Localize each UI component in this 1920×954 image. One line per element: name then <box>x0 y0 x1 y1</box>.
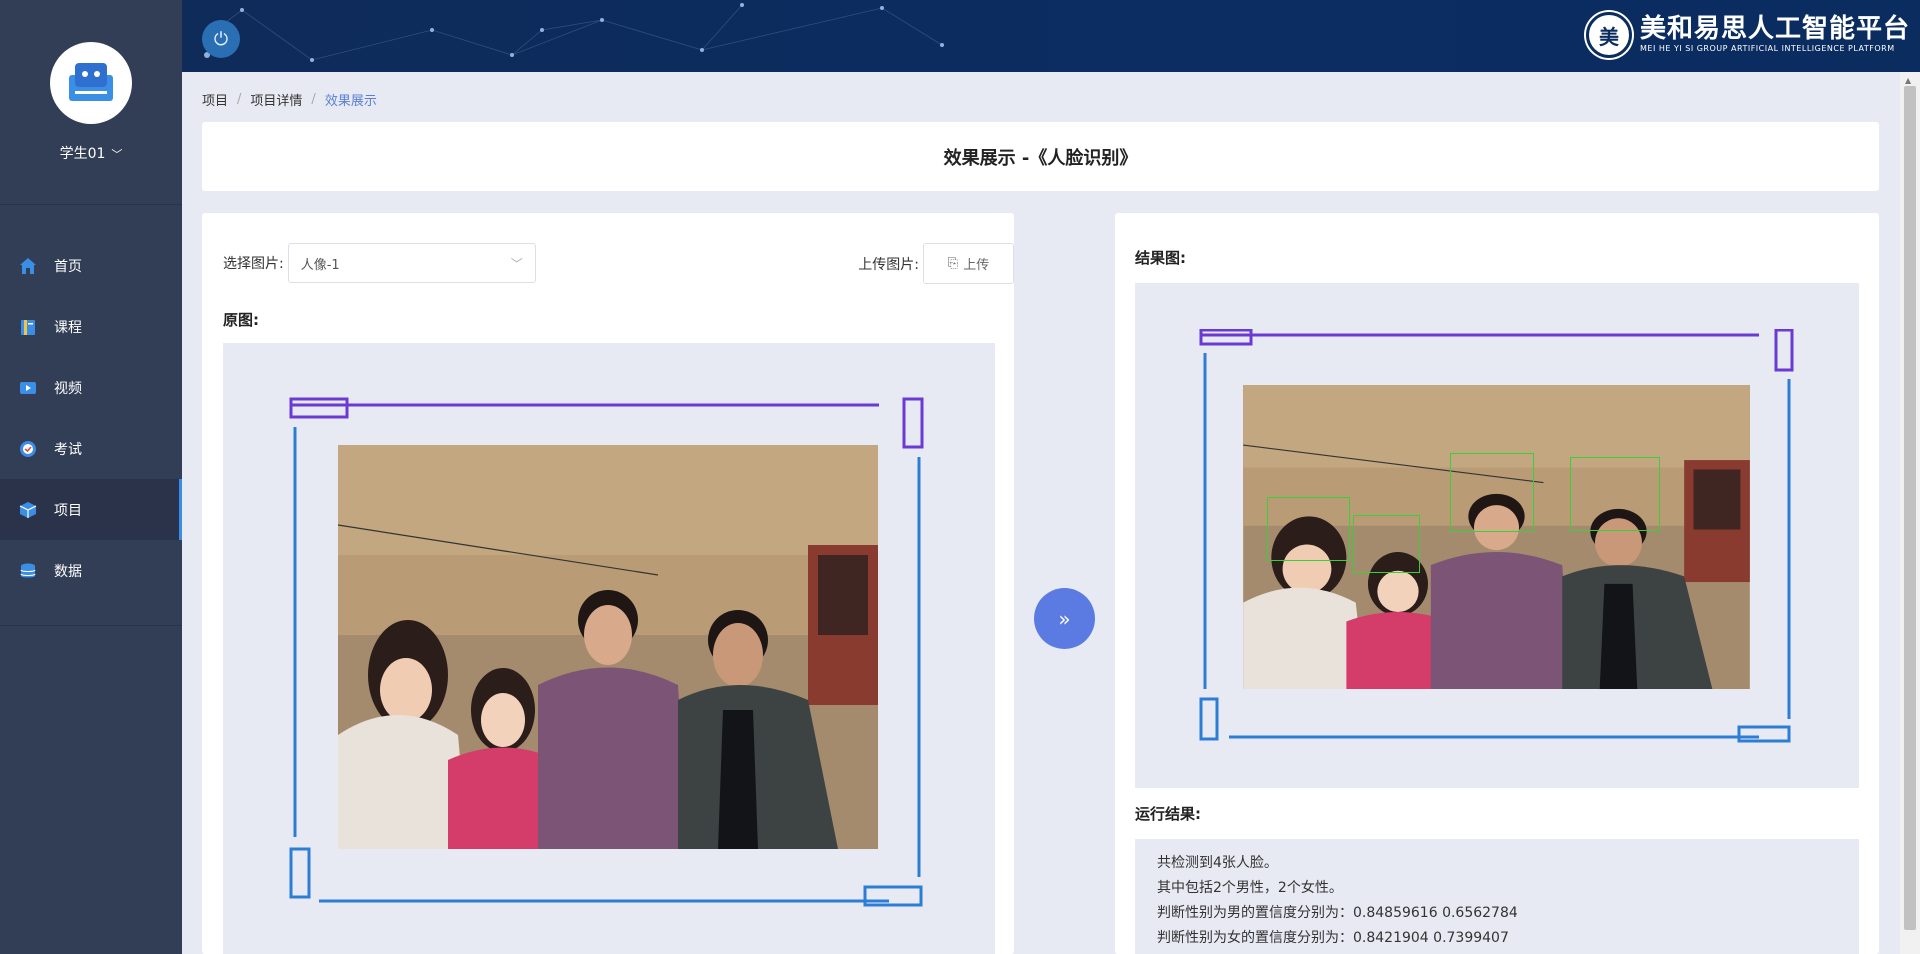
sidebar-item-label: 考试 <box>54 441 82 458</box>
result-image-label: 结果图: <box>1135 249 1186 267</box>
breadcrumb-item[interactable]: 项目 <box>202 90 228 109</box>
sidebar-item-label: 首页 <box>54 258 82 275</box>
video-icon <box>18 378 38 398</box>
sidebar-item-label: 数据 <box>54 563 82 580</box>
upload-image-label: 上传图片: <box>858 256 919 273</box>
brand-logo: 美 美和易思人工智能平台 MEI HE YI SI GROUP ARTIFICI… <box>1585 12 1910 58</box>
breadcrumb-item[interactable]: 项目详情 <box>250 90 302 109</box>
sidebar-item-video[interactable]: 视频 <box>0 357 182 418</box>
run-result-line: 判断性别为男的置信度分别为：0.84859616 0.6562784 <box>1157 905 1518 921</box>
original-photo <box>338 445 878 849</box>
face-detection-box <box>1450 453 1534 532</box>
run-result-box: 共检测到4张人脸。 其中包括2个男性，2个女性。 判断性别为男的置信度分别为：0… <box>1135 839 1859 954</box>
image-select[interactable]: 人像-1 ﹀ <box>287 243 536 283</box>
sidebar: 学生01 ﹀ 首页 课程 视频 考试 项目 数据 <box>0 0 182 954</box>
group-photo-image <box>338 445 878 849</box>
sidebar-item-label: 项目 <box>54 502 82 519</box>
breadcrumb-separator: / <box>237 92 242 107</box>
face-detection-box <box>1570 457 1660 531</box>
sidebar-item-label: 视频 <box>54 380 82 397</box>
power-button[interactable]: ⏻ <box>202 20 240 58</box>
sidebar-item-label: 课程 <box>54 319 82 336</box>
face-detection-box <box>1267 497 1350 561</box>
double-chevron-right-icon: » <box>1058 606 1071 631</box>
scroll-up-icon[interactable]: ▲ <box>1905 76 1911 85</box>
sidebar-item-course[interactable]: 课程 <box>0 296 182 357</box>
original-image-area <box>223 343 995 954</box>
run-result-line: 共检测到4张人脸。 <box>1157 855 1278 871</box>
image-select-value: 人像-1 <box>300 257 340 273</box>
brand-seal-icon: 美 <box>1585 12 1632 58</box>
run-result-line: 判断性别为女的置信度分别为：0.8421904 0.7399407 <box>1157 930 1509 946</box>
user-profile: 学生01 ﹀ <box>0 0 182 205</box>
scrollbar-thumb[interactable] <box>1904 86 1916 930</box>
data-icon <box>18 561 38 581</box>
project-icon <box>18 500 38 520</box>
home-icon <box>18 256 38 276</box>
exam-icon <box>18 439 38 459</box>
upload-button[interactable]: ⎘ 上传 <box>923 243 1014 284</box>
breadcrumb: 项目 / 项目详情 / 效果展示 <box>202 90 377 109</box>
upload-button-label: 上传 <box>963 258 990 273</box>
top-header: ⏻ 美 美和易思人工智能平台 MEI HE YI SI GROUP ARTIFI… <box>182 0 1920 72</box>
brand-name-en: MEI HE YI SI GROUP ARTIFICIAL INTELLIGEN… <box>1639 44 1895 53</box>
result-photo <box>1243 385 1750 689</box>
original-image-panel: 选择图片: 人像-1 ﹀ 上传图片: ⎘ 上传 原图: <box>202 213 1014 954</box>
chevron-down-icon: ﹀ <box>111 148 123 161</box>
face-detection-box <box>1353 515 1420 573</box>
run-result-line: 其中包括2个男性，2个女性。 <box>1157 880 1343 896</box>
chevron-down-icon: ﹀ <box>510 256 523 271</box>
breadcrumb-separator: / <box>311 92 316 107</box>
username-dropdown[interactable]: 学生01 ﹀ <box>0 143 182 163</box>
sidebar-item-project[interactable]: 项目 <box>0 479 182 540</box>
run-arrow-button[interactable]: » <box>1034 588 1095 649</box>
page-title: 效果展示 -《人脸识别》 <box>943 147 1138 169</box>
run-result-label: 运行结果: <box>1135 805 1201 823</box>
sidebar-nav: 首页 课程 视频 考试 项目 数据 <box>0 235 182 626</box>
page-scrollbar[interactable]: ▲ <box>1900 72 1920 954</box>
breadcrumb-current: 效果展示 <box>324 94 377 109</box>
avatar[interactable] <box>50 42 132 124</box>
robot-icon <box>69 63 113 101</box>
upload-icon: ⎘ <box>947 256 959 271</box>
original-image-label: 原图: <box>223 311 259 329</box>
page-title-card: 效果展示 -《人脸识别》 <box>202 122 1879 191</box>
course-icon <box>18 317 38 337</box>
result-image-area <box>1135 283 1859 788</box>
brand-name-cn: 美和易思人工智能平台 <box>1639 14 1910 44</box>
sidebar-item-exam[interactable]: 考试 <box>0 418 182 479</box>
sidebar-item-home[interactable]: 首页 <box>0 235 182 296</box>
sidebar-item-data[interactable]: 数据 <box>0 540 182 601</box>
power-icon: ⏻ <box>213 28 229 50</box>
result-panel: 结果图: 运行结果: 共检测到4张人脸。 其中包括2个男性，2个女性。 判断性别… <box>1115 213 1879 954</box>
username-label: 学生01 <box>59 146 106 162</box>
select-image-label: 选择图片: <box>223 256 284 272</box>
